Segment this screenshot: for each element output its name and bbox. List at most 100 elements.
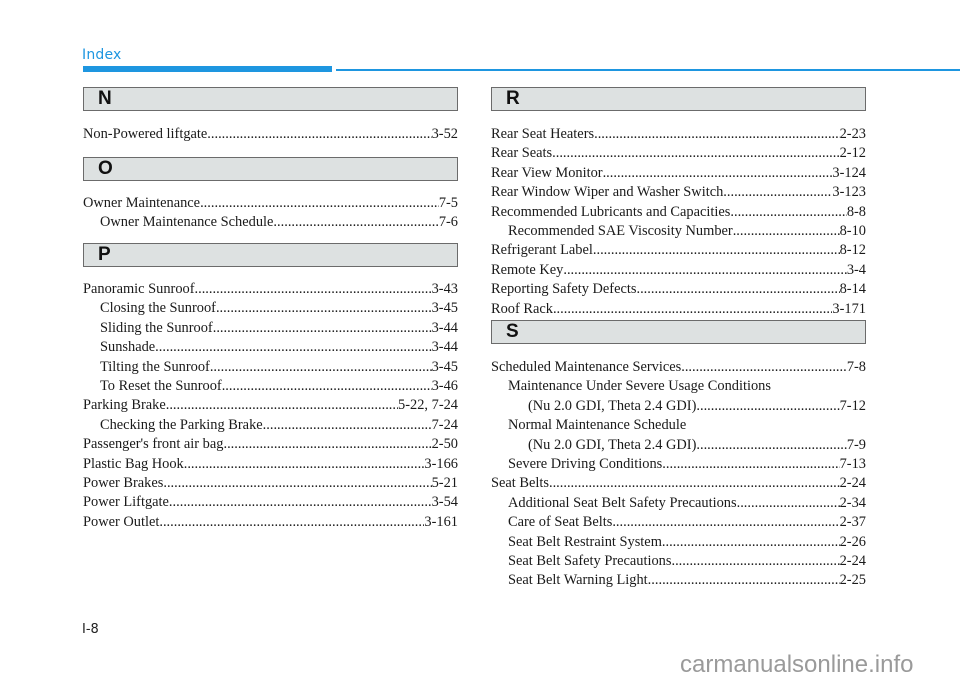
index-entry[interactable]: Closing the Sunroof 3-45 (83, 299, 458, 318)
index-entry[interactable]: Care of Seat Belts 2-37 (491, 513, 866, 532)
entry-page-ref[interactable]: 7-8 (847, 358, 866, 377)
index-entry[interactable]: To Reset the Sunroof 3-46 (83, 377, 458, 396)
entry-page-ref[interactable]: 3-52 (432, 125, 458, 144)
entry-label: Sunshade (100, 339, 156, 356)
section-entries-r: Rear Seat Heaters2-23Rear Seats 2-12Rear… (491, 125, 866, 319)
index-entry[interactable]: (Nu 2.0 GDI, Theta 2.4 GDI) 7-12 (491, 397, 866, 416)
index-entry[interactable]: Severe Driving Conditions 7-13 (491, 455, 866, 474)
entry-page-ref[interactable]: 3-46 (432, 377, 458, 396)
dot-leader (681, 358, 847, 377)
index-entry[interactable]: Sunshade 3-44 (83, 338, 458, 357)
entry-page-ref[interactable]: 3-44 (432, 338, 458, 357)
index-entry[interactable]: Seat Belt Warning Light 2-25 (491, 571, 866, 590)
index-entry[interactable]: Panoramic Sunroof 3-43 (83, 280, 458, 299)
index-entry[interactable]: Refrigerant Label 8-12 (491, 241, 866, 260)
index-entry[interactable]: Reporting Safety Defects 8-14 (491, 280, 866, 299)
entry-page-ref[interactable]: 2-24 (840, 474, 866, 493)
dot-leader (733, 222, 840, 241)
index-entry[interactable]: Owner Maintenance Schedule 7-6 (83, 213, 458, 232)
entry-page-ref[interactable]: 5-21 (432, 474, 458, 493)
entry-page-ref[interactable]: 3-54 (432, 493, 458, 512)
entry-page-ref[interactable]: 3-43 (432, 280, 458, 299)
index-entry[interactable]: Parking Brake 5-22, 7-24 (83, 396, 458, 415)
index-entry[interactable]: Tilting the Sunroof 3-45 (83, 358, 458, 377)
dot-leader (207, 125, 431, 144)
entry-page-ref[interactable]: 7-6 (439, 213, 458, 232)
entry-page-ref[interactable]: 8-10 (840, 222, 866, 241)
dot-leader (593, 241, 840, 260)
entry-page-ref[interactable]: 2-34 (840, 494, 866, 513)
index-entry[interactable]: Additional Seat Belt Safety Precautions … (491, 494, 866, 513)
index-entry[interactable]: Roof Rack 3-171 (491, 300, 866, 319)
entry-page-ref[interactable]: 5-22, 7-24 (398, 396, 458, 415)
dot-leader (200, 194, 439, 213)
dot-leader (166, 396, 398, 415)
section-letter: S (506, 321, 519, 342)
index-entry[interactable]: Seat Belt Safety Precautions 2-24 (491, 552, 866, 571)
index-entry[interactable]: Recommended SAE Viscosity Number 8-10 (491, 222, 866, 241)
entry-page-ref[interactable]: 7-24 (432, 416, 458, 435)
entry-page-ref[interactable]: 3-44 (432, 319, 458, 338)
index-entry[interactable]: Sliding the Sunroof 3-44 (83, 319, 458, 338)
entry-label: Additional Seat Belt Safety Precautions (508, 494, 737, 511)
entry-page-ref[interactable]: 3-123 (832, 183, 866, 202)
entry-page-ref[interactable]: 7-9 (847, 436, 866, 455)
entry-page-ref[interactable]: 3-45 (432, 299, 458, 318)
entry-page-ref[interactable]: 2-24 (840, 552, 866, 571)
index-entry[interactable]: Rear Seats 2-12 (491, 144, 866, 163)
entry-label: Rear Seats (491, 145, 553, 162)
index-entry[interactable]: Plastic Bag Hook 3-166 (83, 455, 458, 474)
dot-leader (163, 474, 431, 493)
dot-leader (594, 125, 840, 144)
entry-page-ref[interactable]: 2-23 (840, 125, 866, 144)
index-entry[interactable]: Normal Maintenance Schedule (491, 416, 866, 435)
entry-label: Severe Driving Conditions (508, 456, 663, 473)
dot-leader (184, 455, 425, 474)
index-entry[interactable]: Rear View Monitor 3-124 (491, 164, 866, 183)
section-entries-s: Scheduled Maintenance Services 7-8Mainte… (491, 358, 866, 591)
index-entry[interactable]: Passenger's front air bag 2-50 (83, 435, 458, 454)
index-entry[interactable]: Checking the Parking Brake 7-24 (83, 416, 458, 435)
entry-page-ref[interactable]: 3-166 (424, 455, 458, 474)
section-header-p: P (83, 243, 458, 267)
entry-page-ref[interactable]: 3-124 (832, 164, 866, 183)
index-entry[interactable]: Scheduled Maintenance Services 7-8 (491, 358, 866, 377)
index-entry[interactable]: Maintenance Under Severe Usage Condition… (491, 377, 866, 396)
entry-page-ref[interactable]: 2-26 (840, 533, 866, 552)
index-entry[interactable]: Rear Seat Heaters 2-23 (491, 125, 866, 144)
index-entry[interactable]: Owner Maintenance 7-5 (83, 194, 458, 213)
entry-page-ref[interactable]: 8-14 (840, 280, 866, 299)
entry-page-ref[interactable]: 7-13 (840, 455, 866, 474)
dot-leader (636, 280, 839, 299)
index-entry[interactable]: Rear Window Wiper and Washer Switch 3-12… (491, 183, 866, 202)
entry-page-ref[interactable]: 2-37 (840, 513, 866, 532)
entry-page-ref[interactable]: 2-25 (840, 571, 866, 590)
entry-page-ref[interactable]: 3-171 (832, 300, 866, 319)
index-entry[interactable]: Non-Powered liftgate 3-52 (83, 125, 458, 144)
index-entry[interactable]: Seat Belts 2-24 (491, 474, 866, 493)
entry-label: Rear Seat Heaters (491, 126, 595, 142)
entry-page-ref[interactable]: 3-45 (432, 358, 458, 377)
entry-page-ref[interactable]: 7-12 (840, 397, 866, 416)
entry-page-ref[interactable]: 7-5 (439, 194, 458, 213)
index-entry[interactable]: Recommended Lubricants and Capacities 8-8 (491, 203, 866, 222)
entry-page-ref[interactable]: 8-8 (847, 203, 866, 222)
index-entry[interactable]: Power Brakes 5-21 (83, 474, 458, 493)
index-entry[interactable]: Seat Belt Restraint System 2-26 (491, 533, 866, 552)
entry-label: Scheduled Maintenance Services (491, 359, 682, 375)
entry-page-ref[interactable]: 3-4 (847, 261, 866, 280)
entry-page-ref[interactable]: 3-161 (424, 513, 458, 532)
entry-page-ref[interactable]: 8-12 (840, 241, 866, 260)
entry-label: Normal Maintenance Schedule (508, 417, 687, 434)
index-entry[interactable]: (Nu 2.0 GDI, Theta 2.4 GDI) 7-9 (491, 436, 866, 455)
entry-label: Sliding the Sunroof (100, 319, 213, 336)
entry-page-ref[interactable]: 2-50 (432, 435, 458, 454)
section-header-s: S (491, 320, 866, 344)
index-entry[interactable]: Remote Key 3-4 (491, 261, 866, 280)
entry-page-ref[interactable]: 2-12 (840, 144, 866, 163)
index-entry[interactable]: Power Outlet 3-161 (83, 513, 458, 532)
dot-leader (213, 319, 432, 338)
index-entry[interactable]: Power Liftgate 3-54 (83, 493, 458, 512)
page-number: I-8 (82, 622, 99, 637)
entry-label: Tilting the Sunroof (100, 358, 210, 375)
